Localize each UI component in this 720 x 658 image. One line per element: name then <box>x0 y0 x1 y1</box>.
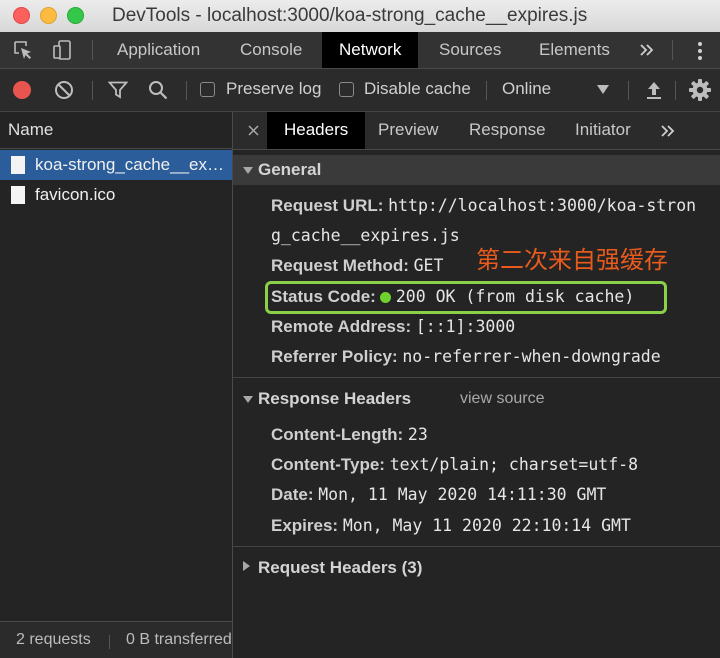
view-source-link[interactable]: view source <box>460 390 544 408</box>
preserve-log-label: Preserve log <box>226 79 322 98</box>
expand-caret-icon <box>243 167 253 174</box>
zoom-window-button[interactable] <box>67 7 84 24</box>
toolbar-divider <box>628 81 629 100</box>
file-icon <box>11 156 25 174</box>
collapsed-caret-icon <box>243 561 250 571</box>
inspect-element-icon[interactable] <box>12 39 34 61</box>
search-icon[interactable] <box>148 80 168 100</box>
request-count: 2 requests <box>16 631 91 648</box>
referrer-policy-value: no-referrer-when-downgrade <box>402 347 661 366</box>
request-url-row: Request URL: http://localhost:3000/koa-s… <box>271 196 696 216</box>
content-type-row: Content-Type: text/plain; charset=utf-8 <box>271 455 638 475</box>
request-url-value: http://localhost:3000/koa-stron <box>388 196 697 215</box>
tab-sources[interactable]: Sources <box>439 32 501 68</box>
chevron-down-icon[interactable] <box>597 85 609 94</box>
referrer-policy-label: Referrer Policy: <box>271 347 398 366</box>
close-icon[interactable] <box>248 125 259 136</box>
device-toolbar-icon[interactable] <box>52 39 74 61</box>
devtools-window: DevTools - localhost:3000/koa-strong_cac… <box>0 0 720 658</box>
annotation-note: 第二次来自强缓存 <box>476 246 668 274</box>
request-name: koa-strong_cache__expires.js <box>35 155 225 174</box>
content-length-row: Content-Length: 23 <box>271 425 428 445</box>
request-row[interactable]: koa-strong_cache__expires.js <box>0 150 232 180</box>
minimize-window-button[interactable] <box>40 7 57 24</box>
expires-row: Expires: Mon, May 11 2020 22:10:14 GMT <box>271 516 631 536</box>
referrer-policy-row: Referrer Policy: no-referrer-when-downgr… <box>271 347 661 367</box>
request-details-pane: Headers Preview Response Initiator Gener… <box>233 112 720 658</box>
request-method-value: GET <box>413 256 444 275</box>
close-window-button[interactable] <box>13 7 30 24</box>
request-list-pane: Name koa-strong_cache__expires.js favico… <box>0 112 233 658</box>
import-har-icon[interactable] <box>645 80 663 100</box>
more-tabs-chevron-icon[interactable] <box>639 43 655 57</box>
network-toolbar: Preserve log Disable cache Online <box>0 69 720 112</box>
content-type-value: text/plain; charset=utf-8 <box>389 455 639 474</box>
response-headers-section-header[interactable]: Response Headers view source <box>233 384 720 414</box>
toolbar-divider <box>675 81 676 100</box>
content-length-label: Content-Length: <box>271 425 404 444</box>
toolbar-divider <box>486 81 487 100</box>
preserve-log-checkbox[interactable] <box>200 82 215 97</box>
clear-icon[interactable] <box>54 80 74 100</box>
tab-headers[interactable]: Headers <box>267 112 366 149</box>
request-headers-section-header[interactable]: Request Headers (3) <box>233 553 720 583</box>
toolbar-divider <box>672 40 673 60</box>
toolbar-divider <box>186 81 187 100</box>
tab-network[interactable]: Network <box>322 32 419 68</box>
tab-elements[interactable]: Elements <box>539 32 610 68</box>
filter-icon[interactable] <box>108 81 128 99</box>
request-url-continued: g_cache__expires.js <box>271 226 460 246</box>
disable-cache-checkbox[interactable] <box>339 82 354 97</box>
status-ok-dot-icon <box>379 291 391 303</box>
throttling-select[interactable]: Online <box>502 79 551 99</box>
request-name: favicon.ico <box>35 185 116 204</box>
tab-console[interactable]: Console <box>240 32 302 68</box>
gear-icon[interactable] <box>688 78 712 102</box>
date-label: Date: <box>271 485 314 504</box>
request-method-row: Request Method: GET <box>271 256 443 276</box>
expires-label: Expires: <box>271 516 339 535</box>
section-divider <box>233 377 720 378</box>
remote-address-row: Remote Address: [::1]:3000 <box>271 317 515 337</box>
date-value: Mon, 11 May 2020 14:11:30 GMT <box>318 485 607 504</box>
expand-caret-icon <box>243 396 253 403</box>
file-icon <box>11 186 25 204</box>
window-title: DevTools - localhost:3000/koa-strong_cac… <box>112 5 588 26</box>
expires-value: Mon, May 11 2020 22:10:14 GMT <box>342 516 631 535</box>
tab-response[interactable]: Response <box>469 112 546 149</box>
status-code-value: 200 OK (from disk cache) <box>395 287 635 306</box>
transferred-size: 0 B transferred <box>126 631 232 648</box>
status-code-row: Status Code: 200 OK (from disk cache) <box>271 287 634 307</box>
content-length-value: 23 <box>407 425 428 444</box>
request-row[interactable]: favicon.ico <box>0 180 232 210</box>
toolbar-divider <box>92 40 93 60</box>
request-url-value-continued: g_cache__expires.js <box>271 226 460 245</box>
section-title: General <box>258 160 322 179</box>
section-title: Request Headers (3) <box>258 558 423 577</box>
section-title: Response Headers <box>258 389 412 408</box>
kebab-menu-icon[interactable] <box>693 40 707 62</box>
general-section-header[interactable]: General <box>233 155 720 185</box>
main-tab-bar: Application Console Network Sources Elem… <box>0 32 720 69</box>
status-code-label: Status Code: <box>271 287 376 306</box>
title-bar: DevTools - localhost:3000/koa-strong_cac… <box>0 0 720 33</box>
section-divider <box>233 546 720 547</box>
content-type-label: Content-Type: <box>271 455 385 474</box>
remote-address-value: [::1]:3000 <box>415 317 516 336</box>
request-url-label: Request URL: <box>271 196 384 215</box>
record-button[interactable] <box>13 81 31 99</box>
status-divider <box>109 635 110 649</box>
status-bar: 2 requests 0 B transferred <box>0 621 232 658</box>
date-row: Date: Mon, 11 May 2020 14:11:30 GMT <box>271 485 606 505</box>
tab-application[interactable]: Application <box>117 32 200 68</box>
toolbar-divider <box>92 81 93 100</box>
more-tabs-chevron-icon[interactable] <box>660 124 676 138</box>
remote-address-label: Remote Address: <box>271 317 412 336</box>
tab-initiator[interactable]: Initiator <box>575 112 631 149</box>
request-method-label: Request Method: <box>271 256 409 275</box>
tab-preview[interactable]: Preview <box>378 112 438 149</box>
name-column-header[interactable]: Name <box>0 112 232 149</box>
disable-cache-label: Disable cache <box>364 79 471 98</box>
detail-tab-bar: Headers Preview Response Initiator <box>233 112 720 150</box>
